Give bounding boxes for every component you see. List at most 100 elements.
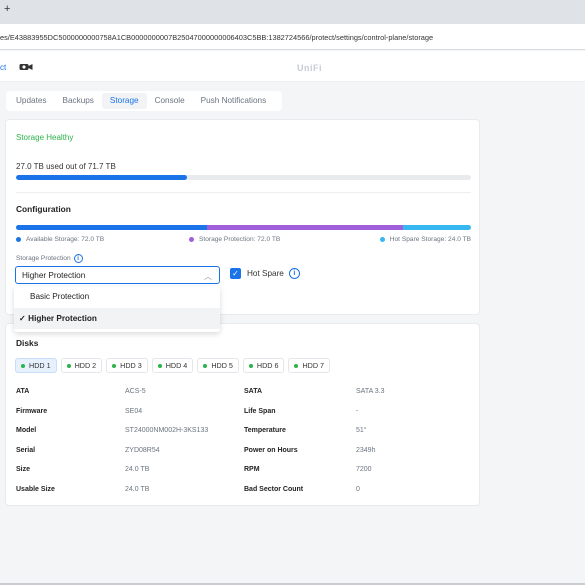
configuration-legend: Available Storage: 72.0 TB Storage Prote… [16,236,471,246]
disk-details: ATA ACS-5 SATA SATA 3.3 Firmware SE04 Li… [16,384,471,501]
hot-spare-segment [402,225,471,230]
option-label: Higher Protection [28,314,97,323]
detail-value: ACS-5 [125,388,146,395]
info-icon[interactable]: i [288,268,300,279]
detail-key: Size [16,466,31,473]
settings-tabs: Updates Backups Storage Console Push Not… [6,91,282,111]
app-header: ct UniFi [0,51,585,82]
tab-push-notifications[interactable]: Push Notifications [193,93,275,109]
new-tab-button[interactable]: + [4,3,10,15]
detail-key: Power on Hours [244,446,298,454]
disk-chip-label: HDD 5 [211,361,233,370]
legend-available-label: Available Storage: 72.0 TB [26,236,105,243]
detail-value: - [356,407,359,415]
disk-chip-hdd-5[interactable]: HDD 5 [197,358,239,373]
configuration-bar [16,225,471,230]
hot-spare-label: Hot Spare [247,269,284,278]
disk-chip-hdd-2[interactable]: HDD 2 [60,358,103,373]
browser-tab-bar: + [0,0,585,24]
detail-key: Firmware [16,407,48,415]
check-icon: ✓ [19,314,26,323]
storage-status: Storage Healthy [16,133,74,142]
legend-protection: Storage Protection: 72.0 TB [189,236,280,243]
table-row: Serial ZYD08R54 Power on Hours 2349h [16,443,471,463]
detail-key: RPM [244,466,260,473]
detail-key: Serial [16,446,36,454]
legend-available: Available Storage: 72.0 TB [16,236,104,243]
table-row: Size 24.0 TB RPM 7200 [16,462,471,482]
detail-value: ST24000NM002H-3KS133 [125,427,209,434]
legend-dot-icon [189,237,194,242]
status-dot-icon [21,363,25,368]
detail-key: SATA [244,388,263,395]
disks-card: Disks HDD 1 HDD 2 HDD 3 HDD 4 HDD 5 HDD … [5,323,480,506]
disk-chip-label: HDD 1 [29,361,51,370]
storage-used-text: 27.0 TB used out of 71.7 TB [16,162,116,171]
legend-dot-icon [16,237,21,242]
detail-key: Usable Size [16,485,55,493]
detail-value: 2349h [356,446,376,454]
url-text[interactable]: es/E43883955DC5000000000758A1CB000000000… [0,33,433,42]
detail-key: Life Span [244,407,276,415]
detail-value: 0 [356,485,360,493]
detail-value: 24.0 TB [125,485,150,493]
tab-updates[interactable]: Updates [8,93,55,109]
status-dot-icon [157,363,162,368]
disk-chip-label: HDD 4 [165,361,188,370]
disk-chip-label: HDD 2 [74,361,97,370]
divider [16,192,471,193]
storage-protection-label: Storage Protection i [16,254,83,263]
tab-console[interactable]: Console [147,93,193,109]
legend-dot-icon [379,237,385,242]
detail-value: 7200 [356,466,372,473]
info-icon[interactable]: i [73,254,83,263]
disk-chip-hdd-4[interactable]: HDD 4 [151,358,194,373]
storage-protection-value: Higher Protection [22,271,86,280]
option-label: Basic Protection [30,292,90,301]
tab-backups[interactable]: Backups [55,93,102,109]
disk-chip-label: HDD 6 [256,361,279,370]
option-higher-protection[interactable]: ✓ Higher Protection [14,308,220,329]
table-row: Model ST24000NM002H-3KS133 Temperature 5… [16,423,471,443]
legend-protection-label: Storage Protection: 72.0 TB [199,236,281,243]
storage-protection-dropdown: Basic Protection ✓ Higher Protection [14,286,220,332]
option-basic-protection[interactable]: Basic Protection [14,286,220,307]
storage-usage-fill [16,175,188,180]
detail-value: SATA 3.3 [356,388,385,395]
hot-spare-checkbox[interactable]: ✓ [230,268,241,279]
address-bar[interactable]: es/E43883955DC5000000000758A1CB000000000… [0,24,585,50]
detail-value: SE04 [125,407,143,415]
detail-value: ZYD08R54 [125,446,160,454]
disk-chips: HDD 1 HDD 2 HDD 3 HDD 4 HDD 5 HDD 6 HDD … [15,358,331,373]
disk-chip-hdd-7[interactable]: HDD 7 [288,358,331,373]
tab-storage[interactable]: Storage [101,93,147,109]
status-dot-icon [66,363,71,368]
camera-icon[interactable] [19,62,33,72]
detail-key: ATA [16,388,30,395]
storage-usage-bar [16,175,471,180]
table-row: Firmware SE04 Life Span - [16,404,471,424]
legend-hot-spare: Hot Spare Storage: 24.0 TB [379,236,471,243]
hot-spare-toggle[interactable]: ✓ Hot Spare i [230,268,300,279]
disk-chip-label: HDD 7 [302,361,325,370]
chevron-up-icon: ︿ [204,272,212,281]
disks-title: Disks [16,338,39,348]
status-dot-icon [203,363,208,368]
detail-key: Temperature [244,427,286,434]
header-partial-label[interactable]: ct [0,63,6,72]
table-row: ATA ACS-5 SATA SATA 3.3 [16,384,471,404]
detail-value: 24.0 TB [125,466,150,473]
storage-protection-segment [207,225,403,230]
storage-protection-select[interactable]: Higher Protection ︿ [15,266,220,284]
disk-chip-hdd-3[interactable]: HDD 3 [106,358,148,373]
table-row: Usable Size 24.0 TB Bad Sector Count 0 [16,482,471,502]
available-storage-segment [16,225,208,230]
disk-chip-hdd-6[interactable]: HDD 6 [242,358,285,373]
disk-chip-hdd-1[interactable]: HDD 1 [15,358,57,373]
status-dot-icon [294,363,299,368]
disk-chip-label: HDD 3 [120,361,142,370]
detail-key: Bad Sector Count [244,485,304,493]
detail-value: 51° [356,427,367,434]
status-dot-icon [112,363,117,368]
storage-protection-label-text: Storage Protection [16,255,71,262]
